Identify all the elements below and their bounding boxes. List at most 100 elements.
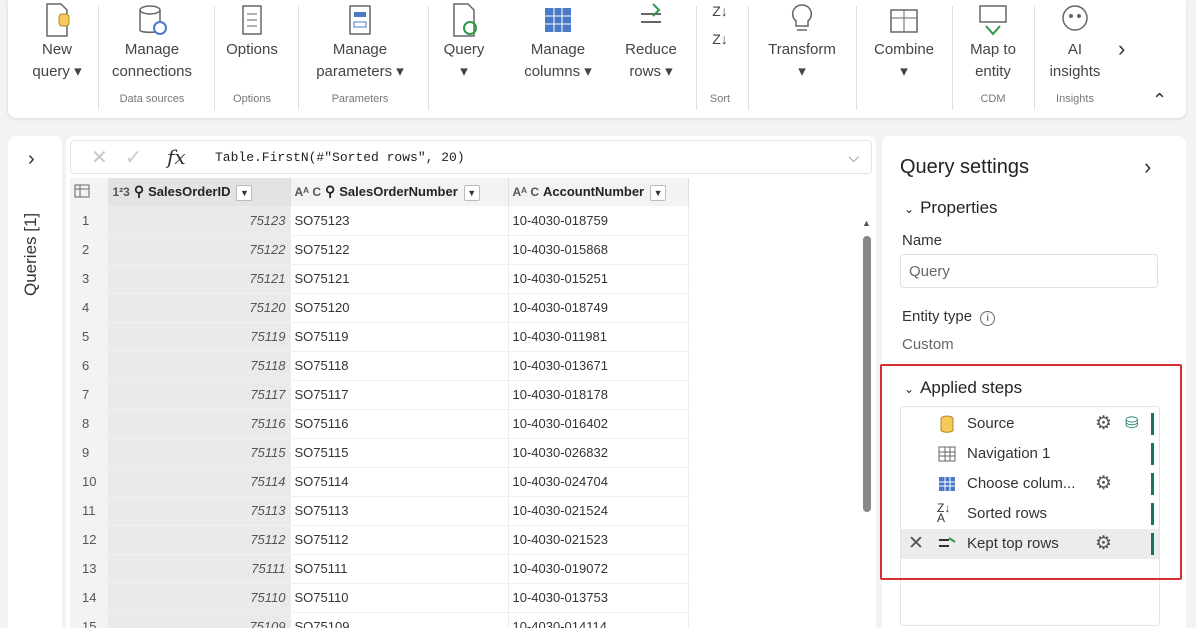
cell-accountnumber[interactable]: 10-4030-026832 bbox=[508, 438, 689, 468]
step-settings-gear-icon[interactable]: ⚙ bbox=[1095, 412, 1112, 435]
table-row[interactable]: 5 75119 SO75119 10-4030-011981 bbox=[70, 322, 689, 352]
step-source[interactable]: Source ⚙ ⛁ bbox=[901, 409, 1159, 439]
cell-salesorderid[interactable]: 75122 bbox=[108, 235, 291, 265]
row-number[interactable]: 5 bbox=[70, 322, 109, 352]
cell-accountnumber[interactable]: 10-4030-018178 bbox=[508, 380, 689, 410]
cell-salesorderid[interactable]: 75109 bbox=[108, 612, 291, 628]
table-row[interactable]: 2 75122 SO75122 10-4030-015868 bbox=[70, 235, 689, 265]
cell-accountnumber[interactable]: 10-4030-016402 bbox=[508, 409, 689, 439]
column-filter-dropdown-icon[interactable]: ▼ bbox=[236, 185, 253, 201]
row-number[interactable]: 2 bbox=[70, 235, 109, 265]
cell-salesorderid[interactable]: 75117 bbox=[108, 380, 291, 410]
row-number[interactable]: 14 bbox=[70, 583, 109, 613]
cell-salesorderid[interactable]: 75116 bbox=[108, 409, 291, 439]
column-filter-dropdown-icon[interactable]: ▼ bbox=[463, 185, 480, 201]
table-row[interactable]: 4 75120 SO75120 10-4030-018749 bbox=[70, 293, 689, 323]
step-kept-top-rows[interactable]: ✕ Kept top rows ⚙ bbox=[901, 529, 1159, 559]
column-header-accountnumber[interactable]: Aᴬ C AccountNumber ▼ bbox=[508, 178, 689, 206]
cell-salesordernumber[interactable]: SO75119 bbox=[290, 322, 509, 352]
cell-salesordernumber[interactable]: SO75121 bbox=[290, 264, 509, 294]
cell-accountnumber[interactable]: 10-4030-014114 bbox=[508, 612, 689, 628]
collapse-settings-icon[interactable]: › bbox=[1144, 154, 1151, 180]
applied-steps-section-toggle[interactable]: ⌄ Applied steps bbox=[904, 378, 1022, 398]
row-number[interactable]: 3 bbox=[70, 264, 109, 294]
table-row[interactable]: 1 75123 SO75123 10-4030-018759 bbox=[70, 206, 689, 236]
cell-accountnumber[interactable]: 10-4030-019072 bbox=[508, 554, 689, 584]
row-number[interactable]: 4 bbox=[70, 293, 109, 323]
manage-parameters-button[interactable]: Manage parameters ▾ bbox=[304, 0, 416, 83]
expand-formula-icon[interactable]: ⌵ bbox=[848, 149, 859, 166]
query-button[interactable]: Query ▾ bbox=[434, 0, 494, 83]
cell-salesordernumber[interactable]: SO75111 bbox=[290, 554, 509, 584]
cell-accountnumber[interactable]: 10-4030-011981 bbox=[508, 322, 689, 352]
cell-accountnumber[interactable]: 10-4030-021524 bbox=[508, 496, 689, 526]
cell-salesorderid[interactable]: 75120 bbox=[108, 293, 291, 323]
cell-salesorderid[interactable]: 75115 bbox=[108, 438, 291, 468]
row-number[interactable]: 15 bbox=[70, 612, 109, 628]
map-to-entity-button[interactable]: Map to entity bbox=[958, 0, 1028, 83]
manage-connections-button[interactable]: Manage connections bbox=[104, 0, 200, 83]
cell-salesorderid[interactable]: 75111 bbox=[108, 554, 291, 584]
cell-salesordernumber[interactable]: SO75110 bbox=[290, 583, 509, 613]
table-row[interactable]: 8 75116 SO75116 10-4030-016402 bbox=[70, 409, 689, 439]
cell-salesorderid[interactable]: 75110 bbox=[108, 583, 291, 613]
table-row[interactable]: 15 75109 SO75109 10-4030-014114 bbox=[70, 612, 689, 628]
step-settings-gear-icon[interactable]: ⚙ bbox=[1095, 472, 1112, 495]
row-number[interactable]: 10 bbox=[70, 467, 109, 497]
cell-salesordernumber[interactable]: SO75118 bbox=[290, 351, 509, 381]
cell-salesordernumber[interactable]: SO75120 bbox=[290, 293, 509, 323]
new-query-button[interactable]: New query ▾ bbox=[22, 0, 92, 83]
cell-salesorderid[interactable]: 75112 bbox=[108, 525, 291, 555]
cell-accountnumber[interactable]: 10-4030-024704 bbox=[508, 467, 689, 497]
cell-salesorderid[interactable]: 75118 bbox=[108, 351, 291, 381]
vertical-scrollbar[interactable]: ▲ bbox=[862, 214, 872, 628]
cell-salesorderid[interactable]: 75119 bbox=[108, 322, 291, 352]
cell-salesordernumber[interactable]: SO75112 bbox=[290, 525, 509, 555]
row-number[interactable]: 11 bbox=[70, 496, 109, 526]
table-row[interactable]: 6 75118 SO75118 10-4030-013671 bbox=[70, 351, 689, 381]
whole-number-type-icon[interactable]: 1²3 bbox=[113, 185, 130, 199]
collapse-ribbon-icon[interactable]: ⌃ bbox=[1152, 90, 1167, 111]
expand-queries-icon[interactable]: › bbox=[28, 148, 35, 171]
table-row[interactable]: 3 75121 SO75121 10-4030-015251 bbox=[70, 264, 689, 294]
text-type-icon[interactable]: Aᴬ C bbox=[513, 185, 540, 199]
cell-salesordernumber[interactable]: SO75109 bbox=[290, 612, 509, 628]
query-name-input[interactable] bbox=[900, 254, 1158, 288]
step-settings-gear-icon[interactable]: ⚙ bbox=[1095, 532, 1112, 555]
cell-accountnumber[interactable]: 10-4030-015868 bbox=[508, 235, 689, 265]
table-row[interactable]: 9 75115 SO75115 10-4030-026832 bbox=[70, 438, 689, 468]
scroll-up-icon[interactable]: ▲ bbox=[862, 218, 871, 228]
step-sorted-rows[interactable]: Z↓ A Sorted rows bbox=[901, 499, 1159, 529]
row-number[interactable]: 7 bbox=[70, 380, 109, 410]
table-row[interactable]: 12 75112 SO75112 10-4030-021523 bbox=[70, 525, 689, 555]
properties-section-toggle[interactable]: ⌄ Properties bbox=[904, 198, 998, 218]
cell-salesordernumber[interactable]: SO75122 bbox=[290, 235, 509, 265]
cell-accountnumber[interactable]: 10-4030-021523 bbox=[508, 525, 689, 555]
row-number[interactable]: 8 bbox=[70, 409, 109, 439]
cell-salesordernumber[interactable]: SO75116 bbox=[290, 409, 509, 439]
cell-accountnumber[interactable]: 10-4030-018759 bbox=[508, 206, 689, 236]
scrollbar-thumb[interactable] bbox=[863, 236, 871, 512]
options-button[interactable]: Options bbox=[220, 0, 284, 61]
cell-salesordernumber[interactable]: SO75117 bbox=[290, 380, 509, 410]
cell-salesorderid[interactable]: 75123 bbox=[108, 206, 291, 236]
select-all-icon[interactable] bbox=[70, 178, 109, 206]
queries-pane-label[interactable]: Queries [1] bbox=[21, 213, 41, 296]
cell-salesordernumber[interactable]: SO75115 bbox=[290, 438, 509, 468]
transform-button[interactable]: Transform ▾ bbox=[754, 0, 850, 83]
cell-salesorderid[interactable]: 75121 bbox=[108, 264, 291, 294]
table-row[interactable]: 10 75114 SO75114 10-4030-024704 bbox=[70, 467, 689, 497]
text-type-icon[interactable]: Aᴬ C bbox=[295, 185, 322, 199]
step-navigation[interactable]: Navigation 1 bbox=[901, 439, 1159, 469]
row-number[interactable]: 9 bbox=[70, 438, 109, 468]
cell-salesordernumber[interactable]: SO75114 bbox=[290, 467, 509, 497]
table-row[interactable]: 14 75110 SO75110 10-4030-013753 bbox=[70, 583, 689, 613]
sort-az-icon[interactable]: Z↓ bbox=[702, 2, 738, 20]
cell-salesorderid[interactable]: 75114 bbox=[108, 467, 291, 497]
sort-buttons[interactable]: Z↓ Z↓ bbox=[702, 0, 738, 48]
formula-text[interactable]: Table.FirstN(#"Sorted rows", 20) bbox=[215, 150, 465, 165]
cell-accountnumber[interactable]: 10-4030-018749 bbox=[508, 293, 689, 323]
cell-accountnumber[interactable]: 10-4030-013671 bbox=[508, 351, 689, 381]
column-header-salesordernumber[interactable]: Aᴬ C ⚲ SalesOrderNumber ▼ bbox=[290, 178, 509, 206]
row-number[interactable]: 13 bbox=[70, 554, 109, 584]
